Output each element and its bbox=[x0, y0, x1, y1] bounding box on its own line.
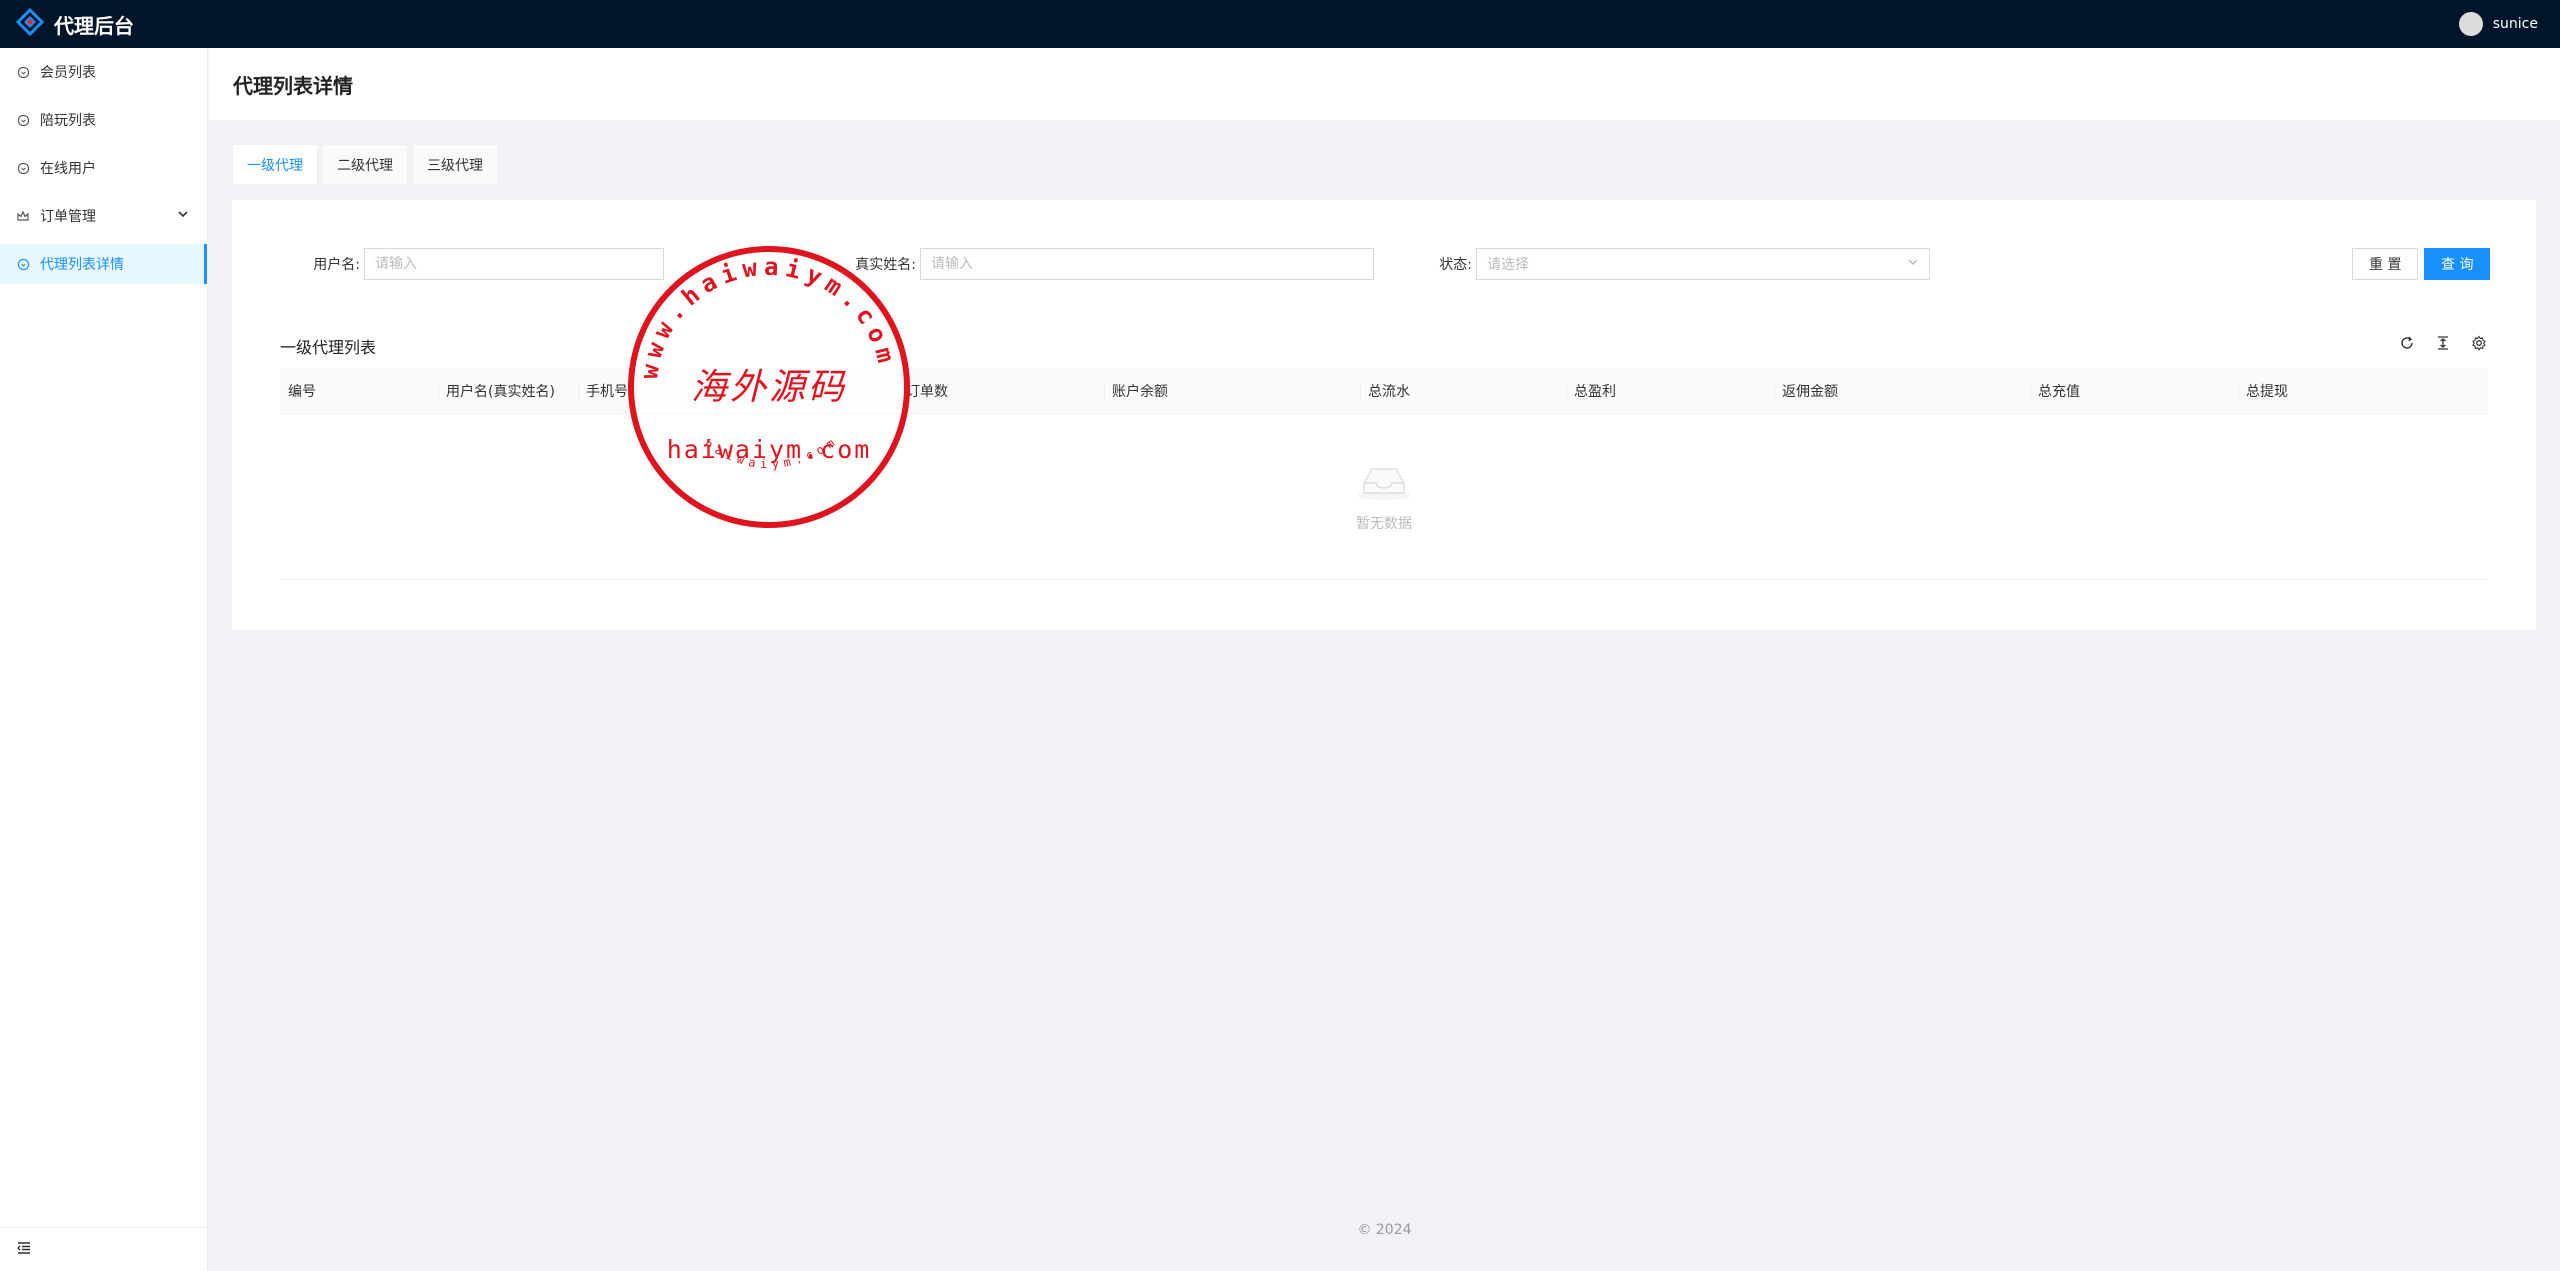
query-button[interactable]: 查 询 bbox=[2424, 248, 2491, 280]
agent-table: 编号 用户名(真实姓名) 手机号 订单数 账户余额 总流水 总盈利 返佣金额 总… bbox=[280, 368, 2488, 580]
tab-level-3[interactable]: 三级代理 bbox=[412, 144, 498, 184]
menu-fold-icon bbox=[16, 1240, 32, 1260]
reload-icon[interactable] bbox=[2398, 334, 2416, 352]
logo-icon bbox=[15, 7, 45, 40]
page-title: 代理列表详情 bbox=[233, 73, 353, 98]
column-header: 编号 bbox=[288, 383, 316, 400]
stamp-center-text: 海外源码 bbox=[691, 367, 847, 408]
sidebar-item-agent-list-detail[interactable]: 代理列表详情 bbox=[0, 244, 207, 284]
setting-icon[interactable] bbox=[2470, 334, 2488, 352]
table-header: 编号 用户名(真实姓名) 手机号 订单数 账户余额 总流水 总盈利 返佣金额 总… bbox=[280, 368, 2488, 414]
agent-level-tabs: 一级代理 二级代理 三级代理 bbox=[232, 144, 498, 184]
circle-icon bbox=[16, 161, 30, 175]
column-header: 总充值 bbox=[2030, 368, 2238, 414]
column-height-icon[interactable] bbox=[2434, 334, 2452, 352]
sidebar-item-label: 在线用户 bbox=[40, 161, 96, 177]
search-form: 用户名: 真实姓名: 状态: 请选择 重 置 查 询 bbox=[232, 248, 2536, 280]
table-empty: 暂无数据 bbox=[280, 414, 2488, 580]
table-title: 一级代理列表 bbox=[280, 338, 377, 357]
circle-icon bbox=[16, 65, 30, 79]
username-label: 用户名: bbox=[313, 257, 360, 273]
table-toolbar bbox=[2398, 334, 2488, 352]
status-field: 状态: 请选择 bbox=[1428, 248, 1930, 280]
realname-field: 真实姓名: bbox=[844, 248, 1374, 280]
crown-icon bbox=[16, 209, 30, 223]
chevron-down-icon[interactable] bbox=[177, 208, 189, 224]
sidebar-item-order-management[interactable]: 订单管理 bbox=[0, 192, 207, 240]
content-card: 用户名: 真实姓名: 状态: 请选择 重 置 查 询 一级代理列表 bbox=[232, 200, 2536, 630]
sidebar: 会员列表 陪玩列表 在线用户 订单管理 代理列表详情 bbox=[0, 48, 208, 1271]
user-name: sunice bbox=[2492, 16, 2538, 32]
sidebar-collapse-button[interactable] bbox=[0, 1227, 207, 1271]
column-header: 返佣金额 bbox=[1774, 368, 2030, 414]
tab-level-2[interactable]: 二级代理 bbox=[322, 144, 408, 184]
column-header: 总流水 bbox=[1360, 368, 1566, 414]
page-header: 代理列表详情 bbox=[209, 48, 2560, 120]
column-header: 用户名(真实姓名) bbox=[438, 368, 578, 414]
username-field: 用户名: bbox=[304, 248, 664, 280]
column-header: 订单数 bbox=[898, 368, 1104, 414]
column-header: 总提现 bbox=[2238, 368, 2488, 414]
top-header: 代理后台 sunice bbox=[0, 0, 2560, 48]
circle-icon bbox=[16, 113, 30, 127]
sidebar-menu: 会员列表 陪玩列表 在线用户 订单管理 代理列表详情 bbox=[0, 48, 207, 284]
status-label: 状态: bbox=[1439, 257, 1472, 273]
avatar[interactable] bbox=[2458, 12, 2483, 36]
sidebar-item-label: 代理列表详情 bbox=[40, 257, 124, 273]
column-header: 账户余额 bbox=[1104, 368, 1360, 414]
watermark-stamp: www.haiwaiym.com 海外源码 haiwaiym.com haiwa… bbox=[626, 244, 912, 530]
column-header: 总盈利 bbox=[1566, 368, 1774, 414]
status-select[interactable]: 请选择 bbox=[1476, 248, 1930, 280]
footer: © 2024 bbox=[209, 1222, 2560, 1238]
chevron-down-icon bbox=[1907, 256, 1919, 272]
copyright-text: © 2024 bbox=[1357, 1222, 1412, 1238]
sidebar-item-members[interactable]: 会员列表 bbox=[0, 48, 207, 96]
status-placeholder: 请选择 bbox=[1487, 257, 1529, 273]
sidebar-item-label: 会员列表 bbox=[40, 65, 96, 81]
circle-icon bbox=[16, 257, 30, 271]
app-title: 代理后台 bbox=[54, 13, 134, 38]
reset-button[interactable]: 重 置 bbox=[2352, 248, 2419, 280]
user-menu[interactable]: sunice bbox=[2458, 12, 2538, 36]
sidebar-item-label: 订单管理 bbox=[40, 209, 96, 225]
realname-input[interactable] bbox=[920, 248, 1374, 280]
tab-level-1[interactable]: 一级代理 bbox=[232, 144, 318, 184]
username-input[interactable] bbox=[364, 248, 664, 280]
sidebar-item-companions[interactable]: 陪玩列表 bbox=[0, 96, 207, 144]
sidebar-item-label: 陪玩列表 bbox=[40, 113, 96, 129]
sidebar-item-online-users[interactable]: 在线用户 bbox=[0, 144, 207, 192]
brand[interactable]: 代理后台 bbox=[15, 7, 134, 40]
empty-inbox-icon bbox=[1356, 461, 1412, 505]
empty-text: 暂无数据 bbox=[1356, 515, 1412, 532]
